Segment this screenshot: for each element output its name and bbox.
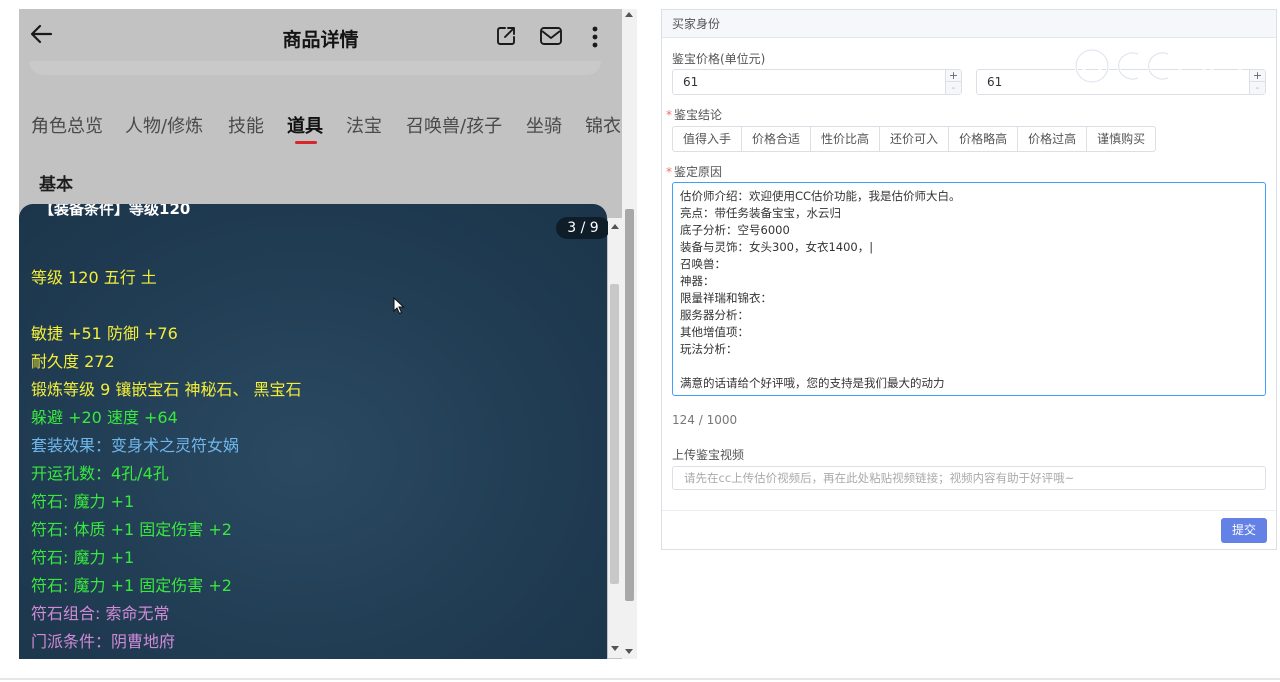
conclusion-label-text: 鉴宝结论 [674, 108, 723, 122]
mouse-cursor-icon [393, 297, 405, 315]
item-rune-combo: 符石组合: 索命无常 [31, 604, 170, 623]
reason-line: 装备与灵饰：女头300，女衣1400，| [680, 240, 874, 254]
conclusion-option[interactable]: 价格合适 [741, 126, 812, 152]
conclusion-option[interactable]: 值得入手 [672, 126, 743, 152]
item-stat-line: 等级 120 五行 土 [31, 268, 157, 287]
video-link-input[interactable]: 请先在cc上传估价视频后，再在此处粘贴视频链接；视频内容有助于好评哦~ [672, 466, 1266, 490]
scroll-thumb[interactable] [610, 284, 619, 584]
price-label: 鉴宝价格(单位元) [672, 52, 766, 66]
image-counter-badge: 3 / 9 [556, 217, 610, 239]
decrease-button[interactable]: - [946, 82, 961, 94]
price-min-value: 61 [683, 75, 699, 89]
scroll-down-arrow-icon[interactable] [611, 646, 619, 651]
phone-screen: 商品详情 角色总览 人物/修炼 技能 道具 法宝 召唤兽/孩子 坐骑 锦衣 基本… [19, 9, 622, 659]
tab-costumes[interactable]: 锦衣 [585, 112, 621, 138]
more-vertical-icon[interactable] [587, 23, 603, 51]
active-tab-indicator [295, 141, 317, 144]
price-min-input[interactable]: 61 + - [672, 69, 962, 95]
panel-header: 买家身份 [662, 10, 1276, 38]
item-stat-line: 锻炼等级 9 镶嵌宝石 神秘石、 黑宝石 [31, 380, 302, 399]
scroll-down-arrow-icon[interactable] [625, 649, 633, 654]
item-condition-text: 【装备条件】等级120 [39, 204, 191, 218]
reason-line: 召唤兽： [680, 257, 726, 271]
reason-line: 亮点：带任务装备宝宝，水云归 [680, 206, 841, 220]
item-stat-line: 敏捷 +51 防御 +76 [31, 324, 178, 343]
form-footer-divider [662, 510, 1276, 511]
item-rune-line: 符石: 魔力 +1 [31, 492, 135, 511]
scroll-thumb[interactable] [625, 209, 634, 601]
item-set-effect: 套装效果：变身术之灵符女娲 [31, 436, 240, 455]
conclusion-option[interactable]: 谨慎购买 [1086, 126, 1157, 152]
tab-mounts[interactable]: 坐骑 [526, 112, 562, 138]
reason-line [680, 358, 1258, 375]
reason-line: 神器： [680, 274, 715, 288]
reason-line: 底子分析：空号6000 [680, 223, 790, 237]
decrease-button[interactable]: - [1250, 82, 1265, 94]
tab-character[interactable]: 人物/修炼 [125, 112, 203, 138]
price-max-value: 61 [987, 75, 1003, 89]
section-title: 基本 [39, 175, 73, 195]
category-tabs: 角色总览 人物/修炼 技能 道具 法宝 召唤兽/孩子 坐骑 锦衣 [19, 112, 622, 142]
header-divider [29, 61, 601, 75]
reason-line: 限量祥瑞和锦衣： [680, 291, 772, 305]
item-class-requirement: 门派条件：阴曹地府 [31, 632, 176, 651]
reason-line: 玩法分析： [680, 342, 738, 356]
item-stat-line: 耐久度 272 [31, 352, 115, 371]
required-mark: * [666, 165, 672, 179]
item-rune-line: 符石: 魔力 +1 固定伤害 +2 [31, 576, 232, 595]
conclusion-option[interactable]: 还价可入 [879, 126, 950, 152]
reason-line: 估价师介绍：欢迎使用CC估价功能，我是估价师大白。 [680, 189, 961, 203]
reason-label-text: 鉴定原因 [674, 165, 723, 179]
video-label: 上传鉴宝视频 [672, 448, 745, 462]
mail-icon[interactable] [539, 26, 563, 46]
reason-textarea[interactable]: 估价师介绍：欢迎使用CC估价功能，我是估价师大白。 亮点：带任务装备宝宝，水云归… [672, 182, 1266, 396]
reason-line: 满意的话请给个好评哦，您的支持是我们最大的动力 [680, 376, 945, 390]
tab-skills[interactable]: 技能 [228, 112, 264, 138]
conclusion-label: * 鉴宝结论 [666, 106, 722, 123]
tab-items[interactable]: 道具 [287, 112, 323, 138]
tab-overview[interactable]: 角色总览 [31, 112, 103, 138]
item-rune-line: 符石: 体质 +1 固定伤害 +2 [31, 520, 232, 539]
bottom-divider [0, 678, 1280, 680]
scroll-up-arrow-icon[interactable] [625, 12, 633, 17]
conclusion-option[interactable]: 性价比高 [810, 126, 881, 152]
reason-label: * 鉴定原因 [666, 163, 722, 180]
conclusion-option[interactable]: 价格略高 [948, 126, 1019, 152]
submit-button[interactable]: 提交 [1221, 518, 1267, 543]
char-counter: 124 / 1000 [672, 413, 738, 427]
item-stat-line: 开运孔数：4孔/4孔 [31, 464, 169, 483]
price-min-stepper: + - [945, 70, 961, 94]
appraisal-form-panel: 买家身份 鉴宝价格(单位元) 61 + - 61 + - * 鉴宝结论 值得入手 … [661, 9, 1277, 550]
share-icon[interactable] [495, 25, 517, 47]
page-title: 商品详情 [282, 29, 359, 51]
item-stat-line: 躲避 +20 速度 +64 [31, 408, 178, 427]
item-detail-card: 【装备条件】等级120 等级 120 五行 土 敏捷 +51 防御 +76 耐久… [19, 204, 607, 659]
page-scrollbar[interactable] [622, 9, 637, 659]
scroll-up-arrow-icon[interactable] [611, 224, 619, 229]
conclusion-button-group: 值得入手 价格合适 性价比高 还价可入 价格略高 价格过高 谨慎购买 [672, 126, 1157, 152]
reason-line: 服务器分析： [680, 308, 749, 322]
conclusion-option[interactable]: 价格过高 [1017, 126, 1088, 152]
card-scrollbar[interactable] [608, 218, 622, 658]
item-rune-line: 符石: 魔力 +1 [31, 548, 135, 567]
tab-pets[interactable]: 召唤兽/孩子 [406, 112, 502, 138]
required-mark: * [666, 108, 672, 122]
tab-treasure[interactable]: 法宝 [346, 112, 382, 138]
cc-watermark-logo [1074, 48, 1242, 84]
reason-line: 其他增值项： [680, 325, 749, 339]
